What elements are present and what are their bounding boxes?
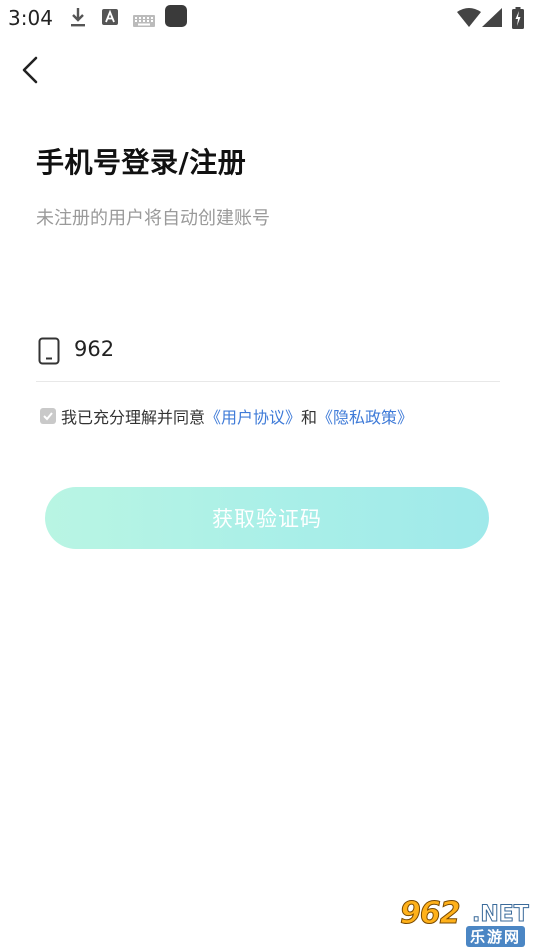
agreement-row: 我已充分理解并同意 《用户协议》 和 《隐私政策》 <box>40 403 413 429</box>
watermark-sub: 乐游网 <box>466 926 526 947</box>
back-button[interactable] <box>14 52 50 88</box>
chevron-left-icon <box>22 56 38 84</box>
check-icon <box>43 412 53 421</box>
keyboard-icon <box>133 12 155 31</box>
page-subtitle: 未注册的用户将自动创建账号 <box>36 208 270 229</box>
page-title: 手机号登录/注册 <box>36 146 247 179</box>
wifi-icon <box>457 8 481 32</box>
ime-icon <box>102 9 118 29</box>
phone-input[interactable] <box>74 332 494 366</box>
agreement-text: 我已充分理解并同意 <box>61 408 206 427</box>
battery-icon <box>512 7 524 33</box>
user-agreement-link[interactable]: 《用户协议》 <box>205 404 301 428</box>
watermark-logo: 962 .NET 乐游网 <box>396 896 530 948</box>
download-icon <box>68 5 88 33</box>
status-time: 3:04 <box>8 6 53 30</box>
agreement-and: 和 <box>301 408 318 427</box>
divider <box>36 381 500 382</box>
status-bar: 3:04 <box>0 0 535 36</box>
watermark-number: 962 <box>400 896 462 932</box>
phone-field[interactable] <box>36 326 500 382</box>
get-code-button[interactable]: 获取验证码 <box>45 487 489 549</box>
agree-checkbox[interactable] <box>40 408 56 424</box>
privacy-policy-link[interactable]: 《隐私政策》 <box>317 404 413 428</box>
app-icon <box>165 5 187 27</box>
signal-icon <box>482 8 504 32</box>
watermark-net: .NET <box>472 902 530 928</box>
login-screen: 3:04 手机号登录/注册 未注册的用户将自动创建账号 962 我已充分理解并同… <box>0 0 535 952</box>
phone-icon <box>38 337 60 369</box>
